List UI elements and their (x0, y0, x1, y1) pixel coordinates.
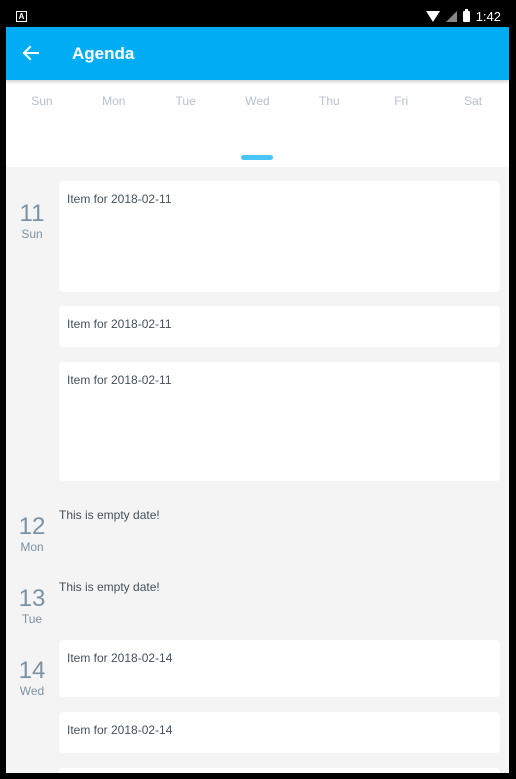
agenda-item-text: Item for 2018-02-14 (67, 723, 173, 737)
empty-date-text: This is empty date! (59, 580, 160, 594)
day-number: 12 (18, 513, 46, 540)
day-label-14[interactable]: 14 Wed (6, 657, 58, 699)
weekday-row: Sun Mon Tue Wed Thu Fri Sat (6, 94, 509, 108)
status-time: 1:42 (475, 9, 501, 24)
back-button[interactable] (18, 40, 44, 66)
agenda-item[interactable]: Item for 2018-02-14 (59, 640, 500, 697)
wifi-icon (425, 11, 440, 22)
weekday-label: Tue (175, 94, 196, 108)
agenda-item-partial[interactable] (59, 768, 500, 773)
day-weekday: Sun (21, 227, 43, 241)
status-bar: A 1:42 (6, 6, 509, 27)
weekday-label: Sat (464, 94, 483, 108)
day-weekday: Wed (19, 684, 45, 698)
page-title: Agenda (72, 44, 135, 63)
weekday-label: Wed (245, 94, 270, 108)
battery-icon (462, 9, 470, 22)
agenda-list[interactable]: 11 Sun Item for 2018-02-11 Item for 2018… (6, 167, 509, 773)
day-label-11[interactable]: 11 Sun (6, 200, 58, 242)
day-weekday: Tue (21, 612, 43, 626)
week-strip: Sun Mon Tue Wed Thu Fri Sat (6, 80, 509, 167)
app-screen: A 1:42 Agenda Sun Mon Tue Wed Thu Fri Sa… (6, 6, 509, 773)
weekday-label: Mon (102, 94, 126, 108)
day-weekday: Mon (20, 540, 44, 554)
agenda-item-text: Item for 2018-02-14 (67, 651, 173, 665)
agenda-item[interactable]: Item for 2018-02-14 (59, 712, 500, 753)
weekday-label: Fri (394, 94, 409, 108)
day-label-13[interactable]: 13 Tue (6, 585, 58, 627)
agenda-item[interactable]: Item for 2018-02-11 (59, 362, 500, 481)
day-number: 14 (18, 657, 46, 684)
agenda-item-text: Item for 2018-02-11 (67, 317, 172, 331)
agenda-item-text: Item for 2018-02-11 (67, 373, 172, 387)
app-header: Agenda (6, 27, 509, 80)
weekday-label: Sun (31, 94, 53, 108)
signal-icon (445, 11, 457, 22)
arrow-left-icon (22, 45, 39, 61)
calendar-expand-knob[interactable] (241, 155, 273, 160)
agenda-item-text: Item for 2018-02-11 (67, 192, 172, 206)
agenda-item[interactable]: Item for 2018-02-11 (59, 306, 500, 347)
agenda-item[interactable]: Item for 2018-02-11 (59, 181, 500, 292)
app-notification-icon: A (16, 11, 27, 22)
empty-date-text: This is empty date! (59, 508, 160, 522)
weekday-label: Thu (319, 94, 340, 108)
day-number: 13 (18, 585, 46, 612)
day-number: 11 (19, 200, 45, 227)
day-label-12[interactable]: 12 Mon (6, 513, 58, 555)
